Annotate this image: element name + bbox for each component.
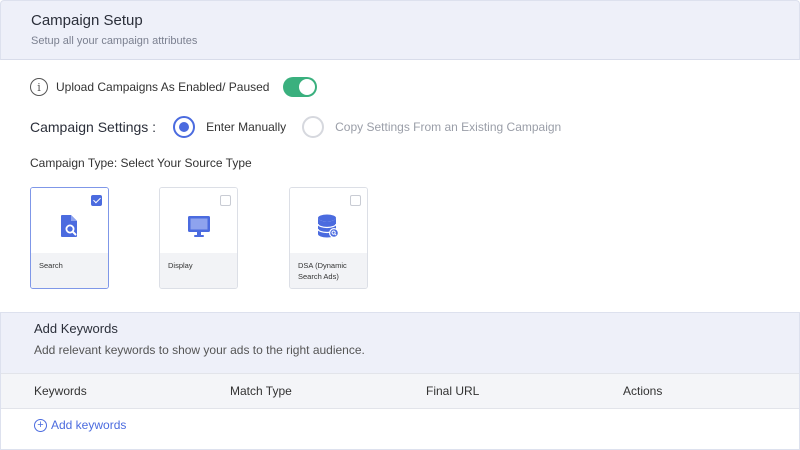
card-top <box>160 188 237 255</box>
monitor-icon <box>187 216 210 237</box>
upload-status-label: Upload Campaigns As Enabled/ Paused <box>56 80 270 94</box>
card-label: DSA (Dynamic Search Ads) <box>290 253 367 288</box>
card-label: Search <box>31 253 108 288</box>
copy-settings-radio[interactable] <box>302 116 325 138</box>
enter-manually-label[interactable]: Enter Manually <box>206 120 286 134</box>
add-keywords-title: Add Keywords <box>34 321 118 336</box>
search-document-icon <box>60 215 77 237</box>
campaign-setup-header: Campaign Setup Setup all your campaign a… <box>0 0 800 60</box>
page-title: Campaign Setup <box>31 12 143 29</box>
campaign-settings-label: Campaign Settings : <box>30 119 157 135</box>
database-search-icon <box>316 214 339 238</box>
enter-manually-radio[interactable] <box>173 116 196 138</box>
campaign-settings-row: Campaign Settings : Enter Manually Copy … <box>30 115 561 139</box>
source-type-card-search[interactable]: Search <box>30 187 109 289</box>
card-checkbox[interactable] <box>350 195 361 206</box>
source-type-card-display[interactable]: Display <box>159 187 238 289</box>
copy-settings-label[interactable]: Copy Settings From an Existing Campaign <box>335 120 561 134</box>
column-header-final-url: Final URL <box>426 384 480 398</box>
radio-dot <box>179 122 190 132</box>
card-checkbox[interactable] <box>220 195 231 206</box>
toggle-knob <box>299 79 316 95</box>
add-keywords-subtitle: Add relevant keywords to show your ads t… <box>34 343 365 357</box>
column-header-actions: Actions <box>623 384 663 398</box>
add-keywords-label: Add keywords <box>51 418 127 432</box>
page-subtitle: Setup all your campaign attributes <box>31 35 198 47</box>
add-keywords-header: Add Keywords Add relevant keywords to sh… <box>1 313 799 373</box>
column-header-keywords: Keywords <box>34 384 87 398</box>
campaign-type-label: Campaign Type: Select Your Source Type <box>30 156 252 170</box>
info-icon[interactable]: i <box>30 78 48 96</box>
card-top <box>290 188 367 255</box>
card-top <box>31 188 108 255</box>
column-header-match-type: Match Type <box>230 384 292 398</box>
add-keywords-button[interactable]: + Add keywords <box>34 418 126 432</box>
card-checkbox[interactable] <box>91 195 102 206</box>
upload-enabled-toggle[interactable] <box>283 77 318 97</box>
keywords-table-header: Keywords Match Type Final URL Actions <box>1 373 799 409</box>
card-label: Display <box>160 253 237 288</box>
add-keywords-section: Add Keywords Add relevant keywords to sh… <box>0 312 800 450</box>
upload-status-row: i Upload Campaigns As Enabled/ Paused <box>30 77 318 97</box>
plus-circle-icon: + <box>34 418 47 432</box>
source-type-card-dsa[interactable]: DSA (Dynamic Search Ads) <box>289 187 368 289</box>
